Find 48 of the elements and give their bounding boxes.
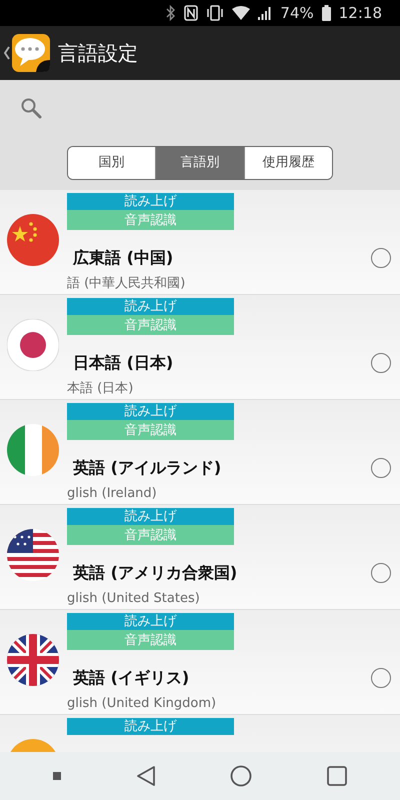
- recents-icon[interactable]: [326, 766, 347, 786]
- flag-icon: [7, 634, 59, 686]
- read-aloud-label: 読み上げ: [67, 613, 234, 630]
- speech-recognition-label: 音声認識: [67, 420, 234, 440]
- home-icon[interactable]: [230, 765, 252, 787]
- signal-icon: [258, 6, 272, 20]
- battery-icon: [322, 5, 331, 21]
- native-name: 本語 (日本): [67, 381, 134, 396]
- back-icon[interactable]: [136, 765, 156, 787]
- flag-icon: [7, 319, 59, 371]
- native-name: glish (United States): [67, 591, 200, 606]
- tab[interactable]: 使用履歴: [244, 146, 332, 178]
- read-aloud-label: 読み上げ: [67, 508, 234, 525]
- read-aloud-label: 読み上げ: [67, 403, 234, 420]
- flag-icon: [7, 424, 59, 476]
- radio-button[interactable]: [371, 248, 391, 268]
- screen-title: 言語設定: [58, 40, 138, 67]
- speech-recognition-label: 音声認識: [67, 630, 234, 650]
- radio-button[interactable]: [371, 563, 391, 583]
- native-name: glish (United Kingdom): [67, 696, 216, 711]
- vibrate-icon: [206, 5, 224, 21]
- speech-recognition-label: 音声認識: [67, 210, 234, 230]
- up-chevron-icon[interactable]: [4, 46, 10, 60]
- flag-icon: [7, 214, 59, 266]
- app-logo-icon[interactable]: [12, 34, 50, 72]
- flag-icon: [7, 529, 59, 581]
- bluetooth-icon: [166, 5, 176, 21]
- battery-percent: 74%: [280, 2, 314, 24]
- language-name: 英語 (イギリス): [73, 667, 190, 689]
- clock-time: 12:18: [338, 2, 382, 24]
- radio-button[interactable]: [371, 668, 391, 688]
- read-aloud-label: 読み上げ: [67, 718, 234, 735]
- speech-recognition-label: 音声認識: [67, 524, 234, 545]
- read-aloud-label: 読み上げ: [67, 298, 234, 315]
- speech-recognition-label: 音声認識: [67, 314, 234, 335]
- nfc-icon: [184, 5, 198, 21]
- native-name: 語 (中華人民共和國): [67, 276, 186, 291]
- language-name: 英語 (アメリカ合衆国): [73, 562, 238, 584]
- tab[interactable]: 言語別: [155, 146, 244, 178]
- native-name: glish (Ireland): [67, 486, 157, 501]
- search-icon[interactable]: [20, 96, 42, 118]
- wifi-icon: [232, 6, 250, 20]
- language-name: 英語 (アイルランド): [73, 457, 222, 479]
- read-aloud-label: 読み上げ: [67, 193, 234, 210]
- radio-button[interactable]: [371, 458, 391, 478]
- language-name: 日本語 (日本): [73, 352, 174, 374]
- radio-button[interactable]: [371, 353, 391, 373]
- language-name: 広東語 (中国): [73, 247, 174, 269]
